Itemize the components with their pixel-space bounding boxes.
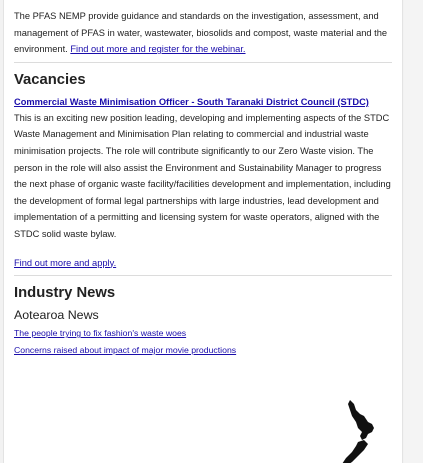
register-webinar-link[interactable]: Find out more and register for the webin… bbox=[70, 44, 245, 54]
new-zealand-map-icon bbox=[342, 400, 374, 463]
newsletter-content: The PFAS NEMP provide guidance and stand… bbox=[3, 0, 403, 463]
section-divider bbox=[14, 275, 392, 277]
list-item: The people trying to fix fashion's waste… bbox=[14, 325, 254, 342]
aotearoa-news-heading: Aotearoa News bbox=[14, 308, 99, 323]
page-margin bbox=[404, 0, 423, 463]
job-description: This is an exciting new position leading… bbox=[14, 112, 391, 239]
vacancies-heading: Vacancies bbox=[14, 71, 86, 88]
apply-paragraph: Find out more and apply. bbox=[14, 255, 392, 272]
news-link-movie[interactable]: Concerns raised about impact of major mo… bbox=[14, 345, 236, 355]
list-item: Concerns raised about impact of major mo… bbox=[14, 342, 254, 359]
news-list: The people trying to fix fashion's waste… bbox=[14, 325, 392, 359]
section-divider bbox=[14, 61, 392, 63]
news-link-fashion[interactable]: The people trying to fix fashion's waste… bbox=[14, 328, 186, 338]
apply-link[interactable]: Find out more and apply. bbox=[14, 258, 116, 268]
intro-paragraph: The PFAS NEMP provide guidance and stand… bbox=[14, 8, 392, 58]
job-title-link[interactable]: Commercial Waste Minimisation Officer - … bbox=[14, 94, 392, 110]
industry-news-heading: Industry News bbox=[14, 285, 116, 302]
